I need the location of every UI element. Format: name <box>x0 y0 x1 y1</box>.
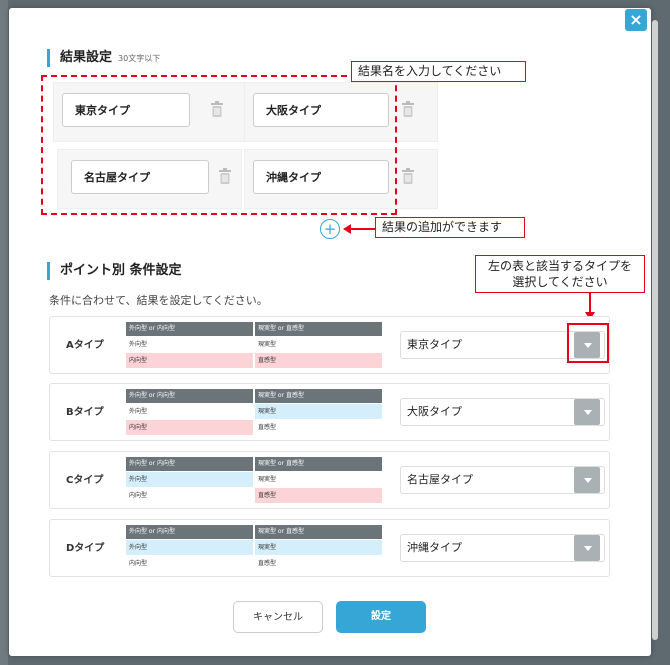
annotation-input-names: 結果名を入力してください <box>351 61 526 82</box>
result-type-select[interactable]: 名古屋タイプ <box>400 466 605 494</box>
condition-row-b: Bタイプ 外向型 or 内向型 現実型 or 直感型 外向型 現実型 内向型 直… <box>49 383 610 441</box>
modal-scrollbar[interactable] <box>652 20 658 640</box>
condition-section-title: ポイント別 条件設定 <box>47 262 182 280</box>
cell: 外向型 <box>129 408 148 415</box>
cell-highlighted: 直感型 <box>255 488 382 503</box>
selected-value: 沖縄タイプ <box>407 541 462 554</box>
add-result-button[interactable]: + <box>320 219 340 239</box>
scrollbar-thumb[interactable] <box>652 20 658 640</box>
cell: 直感型 <box>258 560 277 567</box>
col-head: 外向型 or 内向型 <box>126 457 253 471</box>
cell-highlighted: 直感型 <box>255 353 382 368</box>
result-section-title: 結果設定 30文字以下 <box>47 49 160 67</box>
close-button[interactable]: × <box>625 9 647 31</box>
type-label: Bタイプ <box>66 407 104 418</box>
annotation-add-result: 結果の追加ができます <box>375 217 525 238</box>
type-label: Aタイプ <box>66 340 104 351</box>
submit-button[interactable]: 設定 <box>336 601 426 633</box>
result-length-hint: 30文字以下 <box>118 54 161 63</box>
cell-highlighted: 外向型 <box>126 472 253 487</box>
condition-row-d: Dタイプ 外向型 or 内向型 現実型 or 直感型 外向型 現実型 内向型 直… <box>49 519 610 577</box>
col-head: 外向型 or 内向型 <box>126 389 253 403</box>
annotation-select-type: 左の表と該当するタイプを 選択してください <box>475 255 645 293</box>
plus-icon: + <box>323 220 337 238</box>
cell-highlighted: 内向型 <box>126 353 253 368</box>
result-type-select[interactable]: 沖縄タイプ <box>400 534 605 562</box>
condition-row-a: Aタイプ 外向型 or 内向型 現実型 or 直感型 外向型 現実型 内向型 直… <box>49 316 610 374</box>
cell: 外向型 <box>129 341 148 348</box>
col-head: 外向型 or 内向型 <box>126 322 253 336</box>
cell: 内向型 <box>129 560 148 567</box>
result-inputs-annotation-box <box>41 75 397 215</box>
cell-highlighted: 現実型 <box>255 404 382 419</box>
type-label: Cタイプ <box>66 475 104 486</box>
col-head: 現実型 or 直感型 <box>255 389 382 403</box>
trash-icon[interactable] <box>402 101 414 117</box>
col-head: 現実型 or 直感型 <box>255 525 382 539</box>
cell: 直感型 <box>258 424 277 431</box>
col-head: 現実型 or 直感型 <box>255 457 382 471</box>
cell-highlighted: 現実型 <box>255 540 382 555</box>
condition-description: 条件に合わせて、結果を設定してください。 <box>49 294 268 307</box>
selected-value: 東京タイプ <box>407 338 462 351</box>
cell: 内向型 <box>129 492 148 499</box>
col-head: 外向型 or 内向型 <box>126 525 253 539</box>
type-label: Dタイプ <box>66 543 105 554</box>
col-head: 現実型 or 直感型 <box>255 322 382 336</box>
annotation-dropdown-highlight <box>567 323 609 363</box>
selected-value: 大阪タイプ <box>407 405 462 418</box>
arrow-head-icon <box>343 224 351 234</box>
selected-value: 名古屋タイプ <box>407 473 473 486</box>
trash-icon[interactable] <box>402 168 414 184</box>
chevron-down-icon[interactable] <box>574 467 600 493</box>
chevron-down-icon[interactable] <box>574 399 600 425</box>
cancel-button[interactable]: キャンセル <box>233 601 323 633</box>
annotation-arrow <box>348 228 376 230</box>
result-type-select[interactable]: 大阪タイプ <box>400 398 605 426</box>
cell: 現実型 <box>258 476 277 483</box>
cell: 現実型 <box>258 341 277 348</box>
close-icon: × <box>629 10 643 29</box>
backdrop-edge <box>0 0 8 665</box>
chevron-down-icon[interactable] <box>574 535 600 561</box>
condition-row-c: Cタイプ 外向型 or 内向型 現実型 or 直感型 外向型 現実型 内向型 直… <box>49 451 610 509</box>
cell-highlighted: 外向型 <box>126 540 253 555</box>
cell-highlighted: 内向型 <box>126 420 253 435</box>
